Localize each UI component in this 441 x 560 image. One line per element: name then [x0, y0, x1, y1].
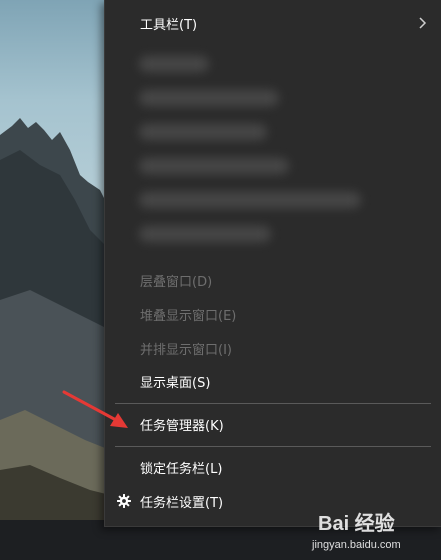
menu-item-label: 任务管理器(K)	[140, 418, 224, 434]
chevron-right-icon	[416, 15, 430, 31]
menu-item-label: 工具栏(T)	[140, 17, 198, 33]
menu-item-label: 锁定任务栏(L)	[140, 461, 223, 477]
menu-item-stacked-windows: 堆叠显示窗口(E)	[105, 297, 441, 331]
menu-item-label: 任务栏设置(T)	[140, 495, 224, 511]
watermark-url: jingyan.baidu.com	[312, 539, 401, 551]
menu-separator	[115, 446, 431, 447]
menu-item-toolbar[interactable]: 工具栏(T)	[105, 6, 441, 40]
menu-item-label: 并排显示窗口(I)	[140, 342, 232, 358]
watermark-logo: Bai 经验	[318, 513, 395, 535]
gear-icon	[117, 494, 131, 508]
menu-item-lock-taskbar[interactable]: 锁定任务栏(L)	[105, 450, 441, 484]
menu-separator	[115, 403, 431, 404]
menu-item-label: 显示桌面(S)	[140, 375, 211, 391]
menu-item-label: 层叠窗口(D)	[140, 274, 213, 290]
menu-item-label: 堆叠显示窗口(E)	[140, 308, 237, 324]
menu-item-side-by-side-windows: 并排显示窗口(I)	[105, 331, 441, 365]
menu-item-cascade-windows: 层叠窗口(D)	[105, 263, 441, 297]
menu-item-task-manager[interactable]: 任务管理器(K)	[105, 407, 441, 441]
menu-item-show-desktop[interactable]: 显示桌面(S)	[105, 364, 441, 398]
red-arrow-icon	[60, 388, 132, 436]
blurred-menu-items	[125, 42, 385, 254]
baidu-jingyan-watermark: Bai 经验 jingyan.baidu.com	[300, 505, 438, 557]
taskbar-context-menu: 工具栏(T) 层叠窗口(D) 堆叠显示窗口(E) 并排显示窗口(I) 显示桌面(…	[104, 0, 441, 527]
